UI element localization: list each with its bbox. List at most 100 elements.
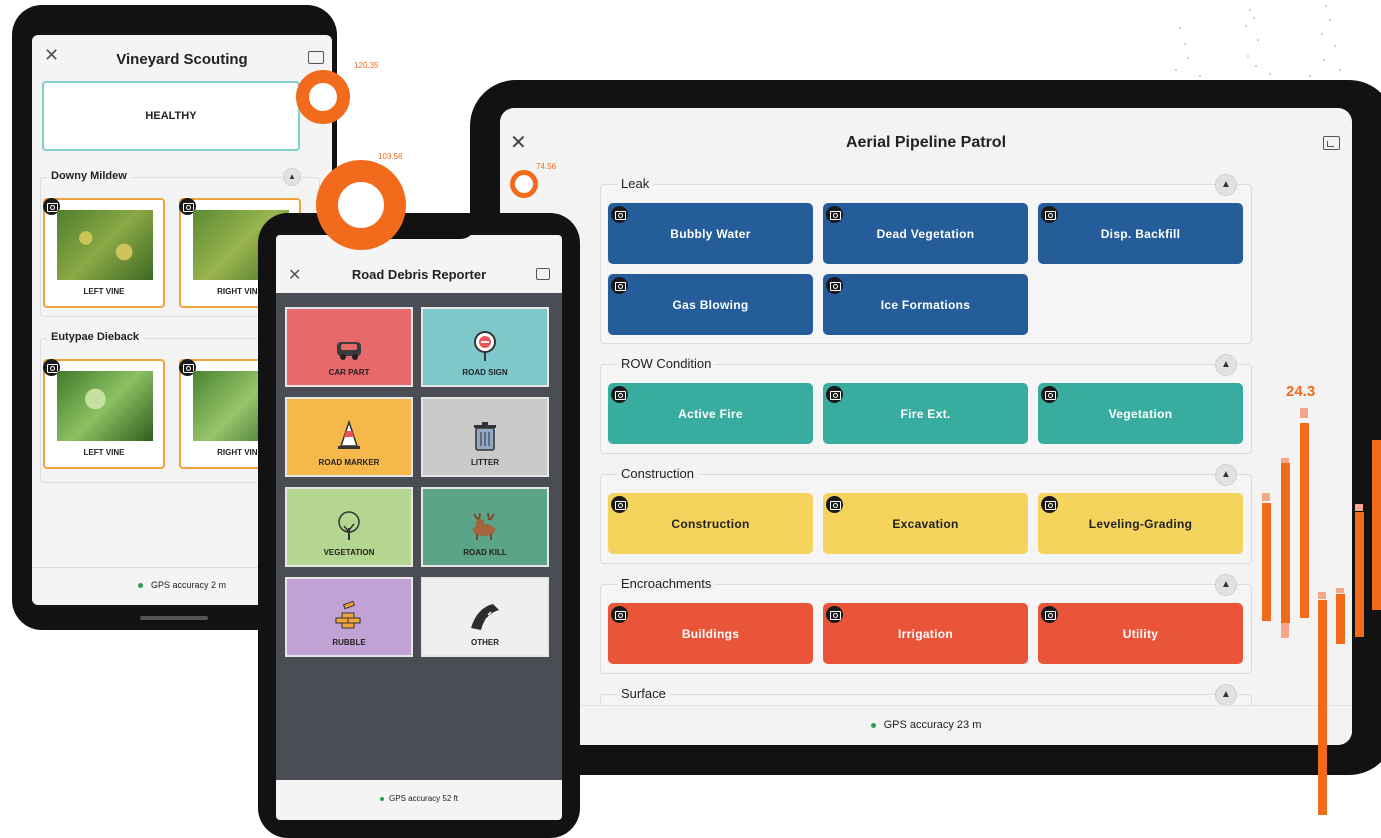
leaf-photo xyxy=(57,371,153,441)
camera-icon xyxy=(611,606,628,623)
trash-can-icon xyxy=(474,422,496,451)
orange-ring-large xyxy=(316,160,406,250)
encroachments-button-1[interactable]: Buildings xyxy=(608,603,813,664)
construction-button-2[interactable]: Excavation xyxy=(823,493,1028,554)
section-leak: Leak ▲ Bubbly Water Dead Vegetation Disp… xyxy=(600,174,1252,344)
readout-3: 74.56 xyxy=(536,162,557,171)
gps-dot-icon xyxy=(380,796,385,801)
section-label: Downy Mildew xyxy=(47,170,131,182)
dot-pattern xyxy=(1175,5,1341,77)
moose-icon xyxy=(473,512,495,540)
camera-icon xyxy=(1041,386,1058,403)
tile-vegetation[interactable]: VEGETATION xyxy=(285,487,413,567)
gps-status: GPS accuracy 52 ft xyxy=(276,794,562,803)
camera-icon xyxy=(1041,496,1058,513)
camera-icon xyxy=(611,496,628,513)
bar xyxy=(1372,440,1381,610)
camera-icon xyxy=(1041,206,1058,223)
tablet-header: ✕ Aerial Pipeline Patrol xyxy=(500,108,1352,178)
encroachments-button-3[interactable]: Utility xyxy=(1038,603,1243,664)
bar xyxy=(1281,463,1290,623)
tile-road-marker[interactable]: ROAD MARKER xyxy=(285,397,413,477)
healthy-button[interactable]: HEALTHY xyxy=(42,81,300,151)
phone-device: ✕ Road Debris Reporter CAR PART ROAD SIG… xyxy=(258,213,580,838)
chevron-up-icon[interactable]: ▲ xyxy=(1215,174,1237,196)
bar-cap xyxy=(1262,493,1270,501)
traffic-cone-icon xyxy=(338,420,360,449)
gps-dot-icon xyxy=(870,722,876,728)
bar-cap xyxy=(1318,592,1326,599)
tile-road-sign[interactable]: ROAD SIGN xyxy=(421,307,549,387)
expand-icon[interactable] xyxy=(308,51,324,64)
photo-tile-left-vine[interactable]: LEFT VINE xyxy=(43,198,165,308)
section-label: ROW Condition xyxy=(617,356,716,371)
orange-ring-small xyxy=(510,170,538,198)
section-label: Leak xyxy=(617,176,654,191)
bar xyxy=(1300,423,1309,618)
home-indicator xyxy=(140,616,208,620)
row-button-2[interactable]: Fire Ext. xyxy=(823,383,1028,444)
bar-value-label: 24.3 xyxy=(1286,383,1316,400)
leak-button-2[interactable]: Dead Vegetation xyxy=(823,203,1028,264)
bricks-icon xyxy=(335,600,361,629)
phone-screen: ✕ Road Debris Reporter CAR PART ROAD SIG… xyxy=(276,235,562,820)
chevron-up-icon[interactable]: ▲ xyxy=(1215,464,1237,486)
page-title: Aerial Pipeline Patrol xyxy=(845,134,1007,151)
chevron-up-icon[interactable]: ▲ xyxy=(1215,354,1237,376)
construction-button-3[interactable]: Leveling-Grading xyxy=(1038,493,1243,554)
tile-litter[interactable]: LITTER xyxy=(421,397,549,477)
leak-button-3[interactable]: Disp. Backfill xyxy=(1038,203,1243,264)
expand-icon[interactable] xyxy=(536,268,550,280)
tile-rubble[interactable]: RUBBLE xyxy=(285,577,413,657)
bar-cap xyxy=(1281,623,1289,638)
chevron-up-icon[interactable]: ▲ xyxy=(1215,684,1237,706)
section-construction: Construction ▲ Construction Excavation L… xyxy=(600,464,1252,564)
road-icon xyxy=(471,604,499,630)
orange-ring-medium xyxy=(296,70,350,124)
page-title: Vineyard Scouting xyxy=(116,51,248,68)
leak-button-5[interactable]: Ice Formations xyxy=(823,274,1028,335)
camera-icon xyxy=(611,277,628,294)
bar xyxy=(1318,600,1327,815)
bar-cap xyxy=(1355,504,1363,511)
phone-footer: GPS accuracy 52 ft xyxy=(276,780,562,820)
bar xyxy=(1262,503,1271,621)
camera-icon xyxy=(1041,606,1058,623)
bar-cap xyxy=(1300,408,1308,418)
camera-icon xyxy=(826,386,843,403)
tablet-device: ✕ Aerial Pipeline Patrol Leak ▲ Bubbly W… xyxy=(470,80,1381,775)
page-title: Road Debris Reporter xyxy=(351,267,487,282)
section-label: Encroachments xyxy=(617,576,716,591)
camera-icon xyxy=(826,206,843,223)
tablet-footer: GPS accuracy 23 m xyxy=(500,705,1352,745)
section-label: Surface xyxy=(617,686,670,701)
section-label: Construction xyxy=(617,466,698,481)
tile-other[interactable]: OTHER xyxy=(421,577,549,657)
phone-header: ✕ Road Debris Reporter xyxy=(276,235,562,293)
chevron-up-icon[interactable]: ▲ xyxy=(283,168,301,186)
row-button-3[interactable]: Vegetation xyxy=(1038,383,1243,444)
bar xyxy=(1336,594,1345,644)
section-label: Eutypae Dieback xyxy=(47,331,144,343)
camera-icon xyxy=(611,206,628,223)
tablet-screen: ✕ Aerial Pipeline Patrol Leak ▲ Bubbly W… xyxy=(500,108,1352,745)
construction-button-1[interactable]: Construction xyxy=(608,493,813,554)
row-button-1[interactable]: Active Fire xyxy=(608,383,813,444)
road-sign-icon xyxy=(474,331,496,361)
leak-button-4[interactable]: Gas Blowing xyxy=(608,274,813,335)
bar-cap xyxy=(1336,588,1344,593)
leak-button-1[interactable]: Bubbly Water xyxy=(608,203,813,264)
gps-status: GPS accuracy 23 m xyxy=(500,719,1352,731)
car-icon xyxy=(337,342,361,360)
tile-car-part[interactable]: CAR PART xyxy=(285,307,413,387)
camera-icon xyxy=(611,386,628,403)
camera-icon xyxy=(826,277,843,294)
photo-tile-left-vine[interactable]: LEFT VINE xyxy=(43,359,165,469)
gps-dot-icon xyxy=(137,583,143,589)
expand-icon[interactable] xyxy=(1323,136,1340,150)
tree-icon xyxy=(338,511,360,540)
encroachments-button-2[interactable]: Irrigation xyxy=(823,603,1028,664)
bar xyxy=(1355,512,1364,637)
chevron-up-icon[interactable]: ▲ xyxy=(1215,574,1237,596)
tile-road-kill[interactable]: ROAD KILL xyxy=(421,487,549,567)
